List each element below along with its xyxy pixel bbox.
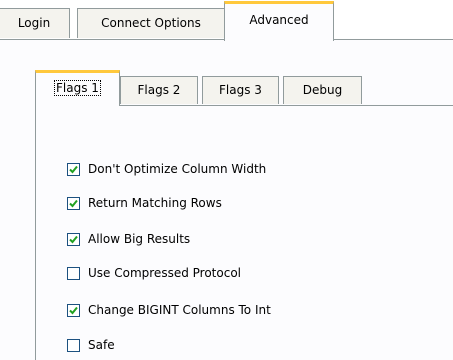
option-label: Return Matching Rows: [88, 196, 222, 210]
option-safe[interactable]: Safe: [67, 336, 115, 354]
option-label: Safe: [88, 338, 115, 352]
option-label: Don't Optimize Column Width: [88, 162, 267, 176]
checkmark-icon: [69, 306, 78, 314]
tab-flags-1[interactable]: Flags 1: [35, 70, 120, 106]
tab-advanced[interactable]: Advanced: [224, 1, 334, 41]
option-dont-optimize-column-width[interactable]: Don't Optimize Column Width: [67, 160, 266, 178]
outer-tab-strip: Login Connect Options Advanced: [0, 0, 453, 41]
option-return-matching-rows[interactable]: Return Matching Rows: [67, 194, 222, 212]
option-label: Use Compressed Protocol: [88, 266, 241, 280]
tab-connect-options[interactable]: Connect Options: [77, 8, 225, 38]
checkmark-icon: [69, 165, 78, 173]
tab-flags-2-label: Flags 2: [137, 83, 181, 97]
checkbox[interactable]: [67, 266, 80, 280]
tab-flags-3[interactable]: Flags 3: [202, 76, 279, 104]
checkmark-icon: [69, 235, 78, 243]
tab-flags-3-label: Flags 3: [219, 83, 262, 97]
checkbox[interactable]: [67, 162, 80, 176]
option-allow-big-results[interactable]: Allow Big Results: [67, 230, 190, 248]
tab-flags-2[interactable]: Flags 2: [120, 76, 198, 104]
tab-login[interactable]: Login: [0, 8, 70, 38]
option-label: Change BIGINT Columns To Int: [88, 303, 271, 317]
checkbox[interactable]: [67, 196, 80, 210]
checkbox[interactable]: [67, 338, 80, 352]
tab-advanced-label: Advanced: [249, 13, 309, 27]
tab-flags-1-label: Flags 1: [54, 80, 101, 96]
checkbox[interactable]: [67, 303, 80, 317]
checkmark-icon: [69, 199, 78, 207]
option-change-bigint-columns-to-int[interactable]: Change BIGINT Columns To Int: [67, 301, 271, 319]
option-use-compressed-protocol[interactable]: Use Compressed Protocol: [67, 264, 241, 282]
option-label: Allow Big Results: [88, 232, 191, 246]
tab-debug[interactable]: Debug: [283, 76, 362, 104]
tab-connect-options-label: Connect Options: [101, 16, 201, 30]
tab-debug-label: Debug: [302, 83, 343, 97]
tab-login-label: Login: [17, 16, 51, 30]
checkbox[interactable]: [67, 232, 80, 246]
